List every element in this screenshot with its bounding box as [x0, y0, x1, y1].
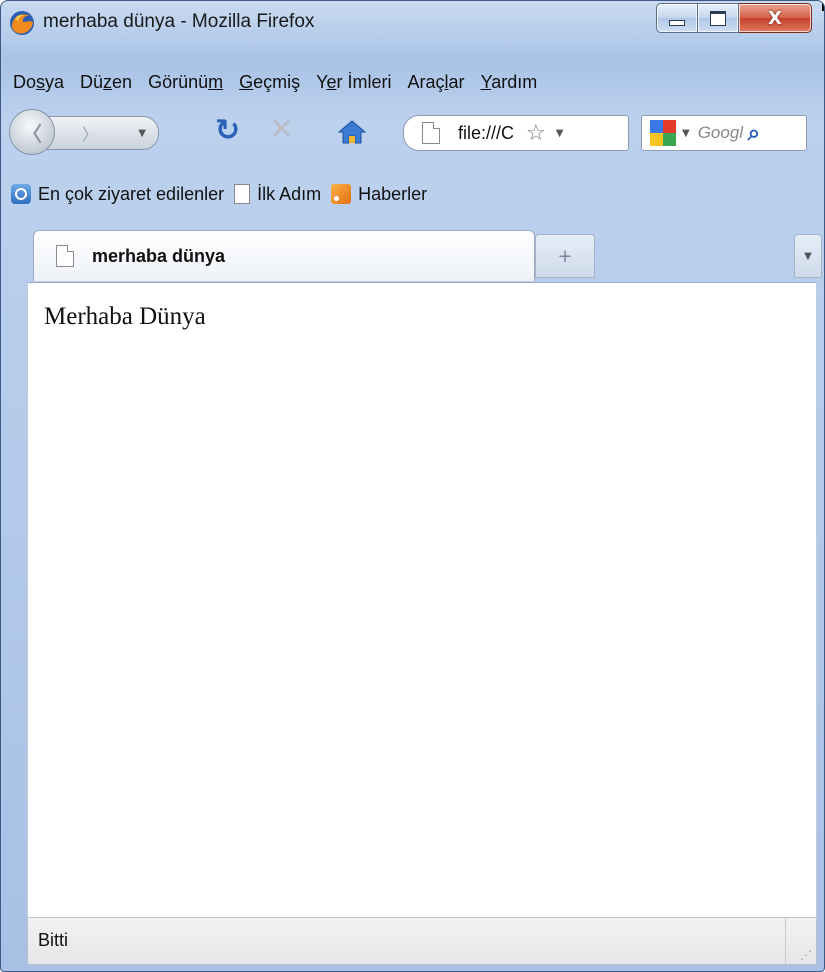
menu-label: ya [45, 72, 65, 92]
menu-accelerator: s [36, 72, 46, 92]
close-icon: X [768, 7, 782, 29]
status-bar: Bitti [27, 917, 817, 965]
search-icon[interactable]: ⌕ [748, 121, 760, 146]
search-input[interactable]: Google [698, 123, 744, 143]
menu-label: Do [13, 72, 37, 92]
menu-label: Araç [407, 72, 445, 92]
page-text: Merhaba Dünya [44, 303, 206, 330]
tab-merhaba-dunya[interactable]: merhaba dünya [33, 230, 535, 281]
reload-button[interactable]: ↻ [215, 116, 240, 146]
title-bar[interactable]: merhaba dünya - Mozilla Firefox X [1, 1, 824, 45]
bookmarks-toolbar: En çok ziyaret edilenler İlk Adım Haberl… [11, 179, 427, 209]
google-engine-icon[interactable] [650, 120, 676, 146]
new-tab-button[interactable]: + [535, 234, 595, 278]
corner-mark [822, 1, 824, 11]
history-dropdown-icon[interactable]: ▼ [138, 128, 146, 139]
menu-accelerator: Y [480, 72, 492, 92]
page-content[interactable]: Merhaba Dünya [27, 282, 817, 917]
close-button[interactable]: X [739, 3, 812, 33]
forward-arrow-icon: 〉 [82, 125, 99, 144]
bookmark-most-visited[interactable]: En çok ziyaret edilenler [11, 184, 224, 205]
menu-label: ar [448, 72, 465, 92]
maximize-button[interactable] [698, 3, 739, 33]
page-icon [234, 184, 251, 204]
chevron-down-icon: ▼ [804, 250, 812, 262]
url-bar[interactable]: file:///C ☆ ▼ [403, 115, 629, 151]
back-button[interactable]: 〈 [9, 109, 55, 155]
menu-bar: Dosya Düzen Görünüm Geçmiş Yer İmleri Ar… [5, 67, 545, 97]
window-controls: X [656, 3, 812, 33]
tab-title: merhaba dünya [92, 245, 226, 266]
menu-dosya[interactable]: Dosya [5, 67, 72, 97]
site-identity-icon[interactable] [422, 122, 440, 144]
menu-label: en [112, 72, 133, 92]
url-dropdown-icon[interactable]: ▼ [556, 128, 564, 139]
navigation-toolbar: 〉 ▼ 〈 ↻ ✕ file:///C ☆ ▼ ▼ Google ⌕ [1, 107, 824, 157]
menu-araclar[interactable]: Araçlar [400, 67, 473, 97]
plus-icon: + [557, 245, 573, 267]
url-input[interactable]: file:///C [458, 123, 522, 144]
minimize-button[interactable] [656, 3, 698, 33]
browser-window: merhaba dünya - Mozilla Firefox X Dosya … [0, 0, 825, 972]
search-bar[interactable]: ▼ Google ⌕ [641, 115, 807, 151]
forward-button[interactable]: 〉 ▼ [45, 116, 159, 150]
menu-accelerator: e [326, 72, 337, 92]
menu-yer-imleri[interactable]: Yer İmleri [308, 67, 399, 97]
window-title: merhaba dünya - Mozilla Firefox [43, 11, 315, 32]
tab-page-icon [56, 245, 74, 267]
stop-icon: ✕ [269, 112, 295, 147]
menu-gecmis[interactable]: Geçmiş [231, 67, 308, 97]
bookmark-news[interactable]: Haberler [331, 184, 427, 205]
menu-accelerator: G [239, 72, 254, 92]
list-all-tabs-button[interactable]: ▼ [794, 234, 822, 278]
bookmark-star-icon[interactable]: ☆ [526, 121, 546, 146]
bookmark-label: İlk Adım [257, 183, 322, 204]
bookmark-search-icon [11, 184, 31, 204]
rss-feed-icon [331, 184, 352, 204]
menu-label: eçmiş [253, 72, 301, 92]
menu-label: ardım [491, 72, 538, 92]
reload-icon: ↻ [215, 113, 241, 148]
minimize-icon [669, 20, 685, 26]
back-arrow-icon: 〈 [22, 121, 42, 146]
menu-label: Görünü [148, 72, 209, 92]
home-button[interactable] [337, 119, 367, 145]
menu-gorunum[interactable]: Görünüm [140, 67, 231, 97]
back-forward-group: 〉 ▼ 〈 [9, 109, 195, 155]
bookmark-label: Haberler [358, 183, 428, 204]
menu-label: r İmleri [336, 72, 392, 92]
menu-label: Dü [80, 72, 104, 92]
bookmark-first-steps[interactable]: İlk Adım [234, 184, 321, 205]
search-engine-dropdown-icon[interactable]: ▼ [682, 128, 690, 139]
menu-duzen[interactable]: Düzen [72, 67, 140, 97]
status-text: Bitti [38, 930, 69, 950]
menu-yardim[interactable]: Yardım [473, 67, 546, 97]
menu-label: Y [316, 72, 327, 92]
tab-strip: merhaba dünya + ▼ [1, 226, 824, 282]
menu-accelerator: m [208, 72, 224, 92]
maximize-icon [710, 10, 726, 26]
firefox-icon [10, 11, 34, 35]
resize-grip[interactable] [785, 918, 816, 964]
stop-button[interactable]: ✕ [269, 115, 294, 145]
bookmark-label: En çok ziyaret edilenler [38, 183, 225, 204]
menu-accelerator: z [103, 72, 113, 92]
